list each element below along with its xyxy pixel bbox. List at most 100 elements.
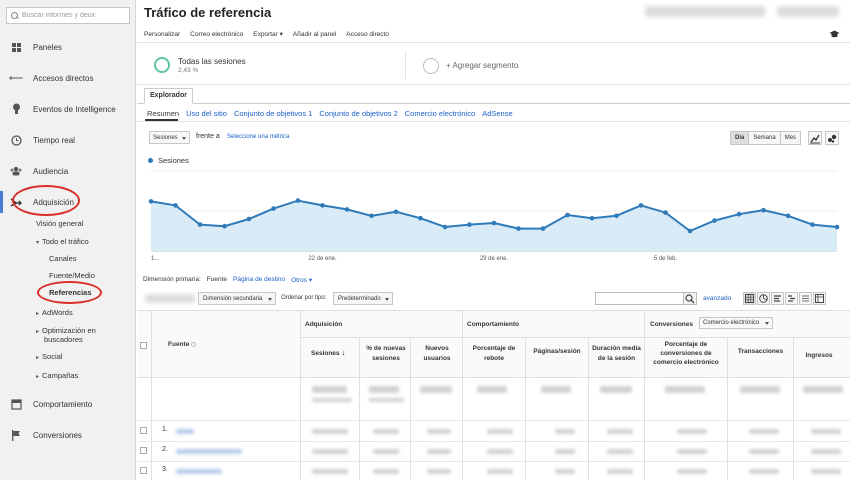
term-cloud-view-icon[interactable] [799, 292, 812, 305]
comparison-view-icon[interactable] [785, 292, 798, 305]
col-header-paginas-sesion[interactable]: Páginas/sesión [526, 348, 588, 355]
dimension-otros[interactable]: Otros ▾ [291, 276, 312, 284]
chart-point[interactable] [442, 224, 448, 230]
col-header-duracion[interactable]: Duración media de la sesión [589, 345, 644, 362]
performance-view-icon[interactable] [771, 292, 784, 305]
chart-point[interactable] [638, 203, 644, 208]
chart-point[interactable] [369, 213, 374, 219]
col-header-transacciones[interactable]: Transacciones [728, 348, 793, 355]
table-search-button[interactable] [683, 292, 697, 305]
sidebar-item-comportamiento[interactable]: Comportamiento [0, 393, 136, 415]
sidebar-sub-canales[interactable]: Canales [49, 254, 77, 263]
chart-point[interactable] [761, 207, 766, 213]
subtab-uso-sitio[interactable]: Uso del sitio [186, 109, 227, 118]
chart-point[interactable] [246, 216, 252, 222]
advanced-filter-link[interactable]: avanzado [703, 295, 731, 302]
chart-point[interactable] [491, 220, 497, 226]
email-button[interactable]: Correo electrónico [190, 31, 243, 38]
chart-point[interactable] [222, 223, 227, 229]
add-segment-button[interactable]: + Agregar segmento [446, 61, 518, 70]
pivot-view-icon[interactable] [813, 292, 826, 305]
add-segment-circle[interactable] [423, 58, 439, 74]
metric-select[interactable]: Sesiones [149, 131, 190, 144]
sidebar-sub-social[interactable]: ▸ Social [36, 352, 62, 361]
dimension-fuente[interactable]: Fuente [207, 276, 227, 284]
col-header-ingresos[interactable]: Ingresos [794, 352, 844, 359]
secondary-dimension-select[interactable]: Dimensión secundaria [198, 292, 276, 305]
row-checkbox[interactable] [140, 467, 147, 474]
add-to-dashboard-button[interactable]: Añadir al panel [293, 31, 336, 38]
sidebar-item-tiempo-real[interactable]: Tiempo real [0, 129, 136, 151]
sidebar-item-paneles[interactable]: Paneles [0, 36, 136, 58]
chart-point[interactable] [173, 203, 178, 208]
row-checkbox[interactable] [140, 427, 147, 434]
sort-type-select[interactable]: Predeterminado [333, 292, 393, 305]
sidebar-sub-campanas[interactable]: ▸ Campañas [36, 371, 78, 380]
day-button[interactable]: Día [730, 131, 750, 145]
sidebar-item-eventos[interactable]: Eventos de Intelligence [0, 98, 136, 120]
dimension-pagina-destino[interactable]: Página de destino [233, 276, 285, 284]
sidebar-item-audiencia[interactable]: Audiencia [0, 160, 136, 182]
all-sessions-segment-circle[interactable] [154, 57, 170, 73]
export-button[interactable]: Exportar ▾ [253, 30, 283, 38]
sidebar-item-accesos[interactable]: ⟵ Accesos directos [0, 67, 136, 89]
subtab-objetivos-1[interactable]: Conjunto de objetivos 1 [234, 109, 312, 118]
chart-point[interactable] [663, 210, 668, 215]
col-header-nuevos-usuarios[interactable]: Nuevos usuarios [412, 345, 462, 362]
sidebar-sub-todo-trafico[interactable]: ▾ Todo el tráfico [36, 237, 89, 246]
chart-point[interactable] [197, 222, 203, 227]
chart-point[interactable] [565, 212, 570, 218]
subtab-comercio[interactable]: Comercio electrónico [405, 109, 475, 118]
table-view-icon[interactable] [743, 292, 756, 305]
sidebar-item-adquisicion[interactable]: Adquisición [0, 191, 136, 213]
motion-chart-icon[interactable] [825, 131, 839, 145]
line-chart-icon[interactable] [808, 131, 822, 145]
chart-point[interactable] [344, 207, 350, 212]
select-metric-link[interactable]: Seleccione una métrica [227, 134, 289, 140]
personalizar-button[interactable]: Personalizar [144, 31, 180, 38]
chart-point[interactable] [736, 211, 742, 217]
sidebar-sub-fuente-medio[interactable]: Fuente/Medio [49, 271, 95, 280]
chart-point[interactable] [712, 218, 717, 223]
chart-point[interactable] [148, 199, 154, 204]
sidebar-item-conversiones[interactable]: Conversiones [0, 424, 136, 446]
chart-point[interactable] [540, 226, 546, 231]
sidebar-sub-vision-general[interactable]: Visión general [36, 219, 83, 228]
chart-point[interactable] [785, 213, 791, 219]
subtab-resumen[interactable]: Resumen [147, 109, 179, 118]
chart-point[interactable] [320, 203, 325, 208]
chart-point[interactable] [687, 228, 693, 234]
col-header-rebote[interactable]: Porcentaje de rebote [463, 345, 525, 362]
row-source-link[interactable] [176, 469, 222, 474]
shortcut-button[interactable]: Acceso directo [346, 31, 389, 38]
chart-point[interactable] [834, 224, 840, 230]
month-button[interactable]: Mes [779, 131, 802, 145]
subtab-objetivos-2[interactable]: Conjunto de objetivos 2 [319, 109, 397, 118]
row-source-link[interactable] [176, 449, 242, 454]
col-header-porcentaje-conversiones[interactable]: Porcentaje de conversiones de comercio ele… [645, 341, 727, 366]
report-search-box[interactable] [6, 7, 130, 24]
conversion-type-select[interactable]: Comercio electrónico [699, 317, 773, 329]
sidebar-sub-adwords[interactable]: ▸ AdWords [36, 308, 73, 317]
chart-point[interactable] [467, 222, 472, 227]
chart-point[interactable] [393, 209, 399, 215]
explorer-tab[interactable]: Explorador [144, 88, 193, 104]
chart-point[interactable] [295, 198, 301, 203]
report-search-input[interactable] [22, 12, 127, 19]
select-all-checkbox[interactable] [140, 342, 147, 349]
chart-point[interactable] [271, 206, 276, 211]
graduation-cap-icon[interactable] [829, 30, 840, 38]
sidebar-sub-referencias[interactable]: Referencias [49, 288, 92, 297]
table-search-input[interactable] [595, 292, 695, 305]
chart-point[interactable] [516, 226, 521, 231]
week-button[interactable]: Semana [748, 131, 781, 145]
chart-point[interactable] [418, 215, 423, 221]
subtab-adsense[interactable]: AdSense [482, 109, 512, 118]
chart-point[interactable] [810, 222, 815, 227]
row-source-link[interactable] [176, 429, 194, 434]
sidebar-sub-optimizacion[interactable]: ▸ Optimización en [36, 326, 96, 335]
pie-view-icon[interactable] [757, 292, 770, 305]
col-header-nuevas-sesiones[interactable]: % de nuevas sesiones [361, 345, 411, 362]
chart-point[interactable] [589, 215, 595, 221]
col-header-fuente[interactable]: Fuente [168, 341, 197, 348]
